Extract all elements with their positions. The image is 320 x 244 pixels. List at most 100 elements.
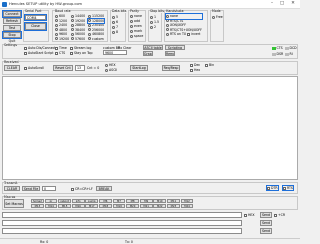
scripting-button[interactable]: Scripting (165, 45, 185, 50)
close-window-button[interactable]: ✕ (289, 1, 297, 7)
repeat-input[interactable]: 0 (42, 186, 56, 191)
refresh-button[interactable]: Refresh (3, 18, 21, 24)
macro-button[interactable]: M13 (31, 204, 44, 208)
rx-counter: Rx: 0 (40, 240, 49, 244)
dec-checkbox[interactable]: Dec (190, 63, 200, 67)
crlf-checkbox[interactable]: CR=CR+LF (71, 187, 93, 191)
cnt-label: Cnt = 0 (87, 66, 100, 70)
stop-bits-group-label: Stop bits (150, 9, 165, 13)
send-input-2[interactable] (2, 220, 242, 226)
send-input[interactable] (2, 212, 242, 218)
macro-button[interactable]: M22 (153, 204, 167, 208)
startlog-button[interactable]: StartLog (130, 65, 148, 71)
test-button[interactable]: Test (3, 25, 21, 31)
transmit-clear-button[interactable]: CLEAR (4, 186, 20, 191)
minimize-button[interactable]: – (268, 1, 276, 7)
macro-button[interactable]: M19 (112, 204, 126, 208)
stream-log-checkbox[interactable]: Stream log (70, 46, 91, 50)
macro-button[interactable]: M15 (58, 204, 71, 208)
received-textarea[interactable] (2, 76, 298, 180)
data-bits-options: 5 6 7 8 (112, 15, 118, 35)
macro-button[interactable]: M17 (85, 204, 99, 208)
graph-button[interactable]: Graph (143, 51, 153, 56)
auto-dis-connect-checkbox[interactable]: Auto Dis/Connect (24, 46, 56, 50)
led-indicator-icon (285, 46, 289, 50)
baud-option[interactable]: 57600 (71, 37, 85, 42)
set-macros-button[interactable]: Set Macros (4, 199, 24, 208)
macro-button[interactable]: M16 (71, 204, 85, 208)
send-file-button[interactable]: Send File (22, 186, 40, 191)
macro-button[interactable]: M24 (180, 204, 194, 208)
macro-button[interactable]: reboot (58, 199, 71, 203)
macro-button[interactable]: M14 (44, 204, 58, 208)
macro-button[interactable]: pr (44, 199, 58, 203)
macro-button[interactable]: M18 (99, 204, 112, 208)
macro-button[interactable]: info (71, 199, 85, 203)
send-cr-checkbox[interactable]: +CR (274, 213, 285, 217)
macro-button[interactable]: home2 (31, 199, 44, 203)
parity-option[interactable]: space (130, 34, 143, 39)
app-icon (2, 2, 7, 7)
led-indicator-icon (285, 52, 289, 56)
macro-button[interactable]: M6 (99, 199, 112, 203)
baud-col-1: 600 1200 2400 4800 9600 19200 (55, 14, 69, 41)
autostart-script-checkbox[interactable]: AutoStart Script (24, 51, 53, 55)
baud-option[interactable]: custom (88, 37, 104, 42)
cts-checkbox[interactable]: CTS (55, 51, 65, 55)
port-select-value: COM4 (27, 16, 37, 20)
send-input-3[interactable] (2, 228, 242, 234)
time-checkbox[interactable]: Time (55, 46, 67, 50)
hex-checkbox[interactable]: Hex (190, 68, 200, 72)
macro-button[interactable]: M8 (126, 199, 139, 203)
window-title: Hercules SETUP utility by HW-group.com (9, 2, 83, 6)
mode-option[interactable]: Free (212, 15, 223, 20)
close-port-button[interactable]: Close (24, 22, 47, 31)
macro-button[interactable]: pump (85, 199, 99, 203)
macro-button[interactable]: M23 (167, 204, 180, 208)
stay-on-top-checkbox[interactable]: Stay on Top (70, 51, 93, 55)
macro-button[interactable]: M20 (126, 204, 139, 208)
handshake-option[interactable]: RTS on TX invert (166, 32, 202, 37)
autoscroll-checkbox[interactable]: AutoScroll (24, 66, 44, 70)
cnt-input[interactable]: 13 (75, 65, 85, 71)
stop-bits-option[interactable]: 2 (150, 25, 159, 30)
macro-button[interactable]: M11 (167, 199, 180, 203)
handshake-options: none RTS/CTS XON/XOFF RTS/CTS+XON/XOFF R… (165, 13, 203, 37)
led-cts: CTS (272, 46, 283, 50)
macro-button[interactable]: M10 (153, 199, 167, 203)
received-clear-button[interactable]: CLEAR (4, 65, 20, 71)
status-bar: Rx: 0 Tx: 0 (0, 238, 300, 244)
dtr-checkbox[interactable]: DTR (266, 185, 279, 191)
send-button-3[interactable]: Send (260, 228, 272, 234)
stop-button[interactable]: Stop (2, 31, 22, 39)
serial-port-group-label: Serial Port (25, 9, 42, 13)
led-indicator-icon (272, 46, 276, 50)
macro-button[interactable]: M9 (139, 199, 153, 203)
ascii-table-button[interactable]: ASCII table (143, 45, 163, 50)
reset-cnt-button[interactable]: Reset Cnt (53, 65, 73, 71)
stop-bits-options: 1 1.5 2 (150, 15, 159, 30)
send-button[interactable]: Send (260, 212, 272, 218)
send-hex-checkbox[interactable]: HEX (244, 213, 255, 217)
maximize-button[interactable]: □ (278, 1, 286, 7)
send-button-2[interactable]: Send (260, 220, 272, 226)
macros-row-1: home2 pr reboot info pump M6 M7 M8 M9 M10 M11 M12 (31, 199, 196, 203)
remote-button[interactable]: Remote (165, 51, 175, 56)
mode-options: Free (212, 15, 223, 20)
ascii-radio[interactable]: ASCII (105, 68, 117, 72)
macro-button[interactable]: M21 (139, 204, 153, 208)
break-button[interactable]: BREAK (96, 186, 112, 191)
hex-radio[interactable]: HEX (105, 63, 116, 67)
bin-checkbox[interactable]: Bin (205, 63, 214, 67)
macro-button[interactable]: M7 (112, 199, 126, 203)
led-dsr: DSR (272, 52, 283, 56)
req-resp-button[interactable]: Req/Resp (162, 65, 180, 71)
data-bits-option[interactable]: 8 (112, 30, 118, 35)
parity-options: none odd even mark space (130, 14, 143, 39)
baud-option[interactable]: 19200 (55, 37, 69, 42)
connect-button[interactable]: Connect (2, 10, 22, 18)
custom-br-input[interactable]: 9600 (103, 50, 127, 55)
rts-checkbox[interactable]: RTS (282, 185, 294, 191)
port-select[interactable]: COM4 (24, 14, 47, 21)
macro-button[interactable]: M12 (180, 199, 194, 203)
